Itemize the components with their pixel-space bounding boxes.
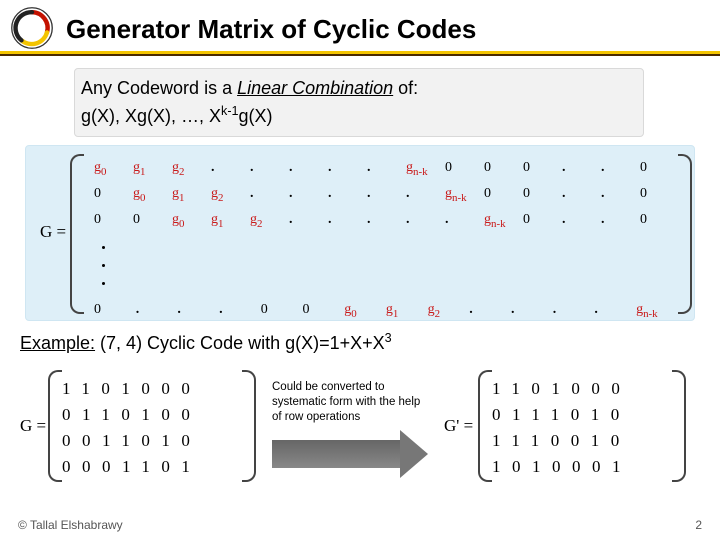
bracket-right xyxy=(242,370,256,482)
generator-matrix-panel: G = g0g1g2.....gn-k000..00g0g1g2.....gn-… xyxy=(25,145,695,321)
bracket-left xyxy=(48,370,62,482)
intro-text: Any Codeword is a xyxy=(81,78,237,98)
example-exp: 3 xyxy=(385,331,392,345)
arrow-icon xyxy=(272,440,428,468)
intro-poly: g(X) xyxy=(239,106,273,126)
page-number: 2 xyxy=(695,518,702,532)
bracket-right xyxy=(672,370,686,482)
intro-lc: Linear Combination xyxy=(237,78,393,98)
bracket-left xyxy=(478,370,492,482)
matrix-g: G = 1101000011010000110100001101 xyxy=(20,366,260,486)
example-line: Example: (7, 4) Cyclic Code with g(X)=1+… xyxy=(20,331,720,354)
intro-box: Any Codeword is a Linear Combination of:… xyxy=(74,68,644,137)
example-label: Example: xyxy=(20,333,95,353)
slide-title: Generator Matrix of Cyclic Codes xyxy=(66,14,720,45)
intro-text: of: xyxy=(393,78,418,98)
g-equals: G = xyxy=(20,416,46,436)
matrix-g-cells: 1101000011010000110100001101 xyxy=(62,376,242,480)
intro-poly: g(X), Xg(X), …, X xyxy=(81,106,221,126)
generator-matrix-cells: g0g1g2.....gn-k000..00g0g1g2.....gn-k00.… xyxy=(86,154,678,314)
logo-icon xyxy=(10,6,54,50)
g-equals: G = xyxy=(40,222,66,242)
bracket-left xyxy=(70,154,84,314)
gprime-equals: G' = xyxy=(444,416,473,436)
conversion-text: Could be converted to systematic form wi… xyxy=(272,380,428,425)
header-rules xyxy=(0,51,720,56)
intro-exp: k-1 xyxy=(221,104,239,118)
example-text: (7, 4) Cyclic Code with g(X)=1+X+X xyxy=(95,333,385,353)
matrix-gprime-cells: 1101000011101011100101010001 xyxy=(492,376,672,480)
copyright: © Tallal Elshabrawy xyxy=(18,518,123,532)
matrix-g-prime: G' = 1101000011101011100101010001 xyxy=(450,366,690,486)
bracket-right xyxy=(678,154,692,314)
